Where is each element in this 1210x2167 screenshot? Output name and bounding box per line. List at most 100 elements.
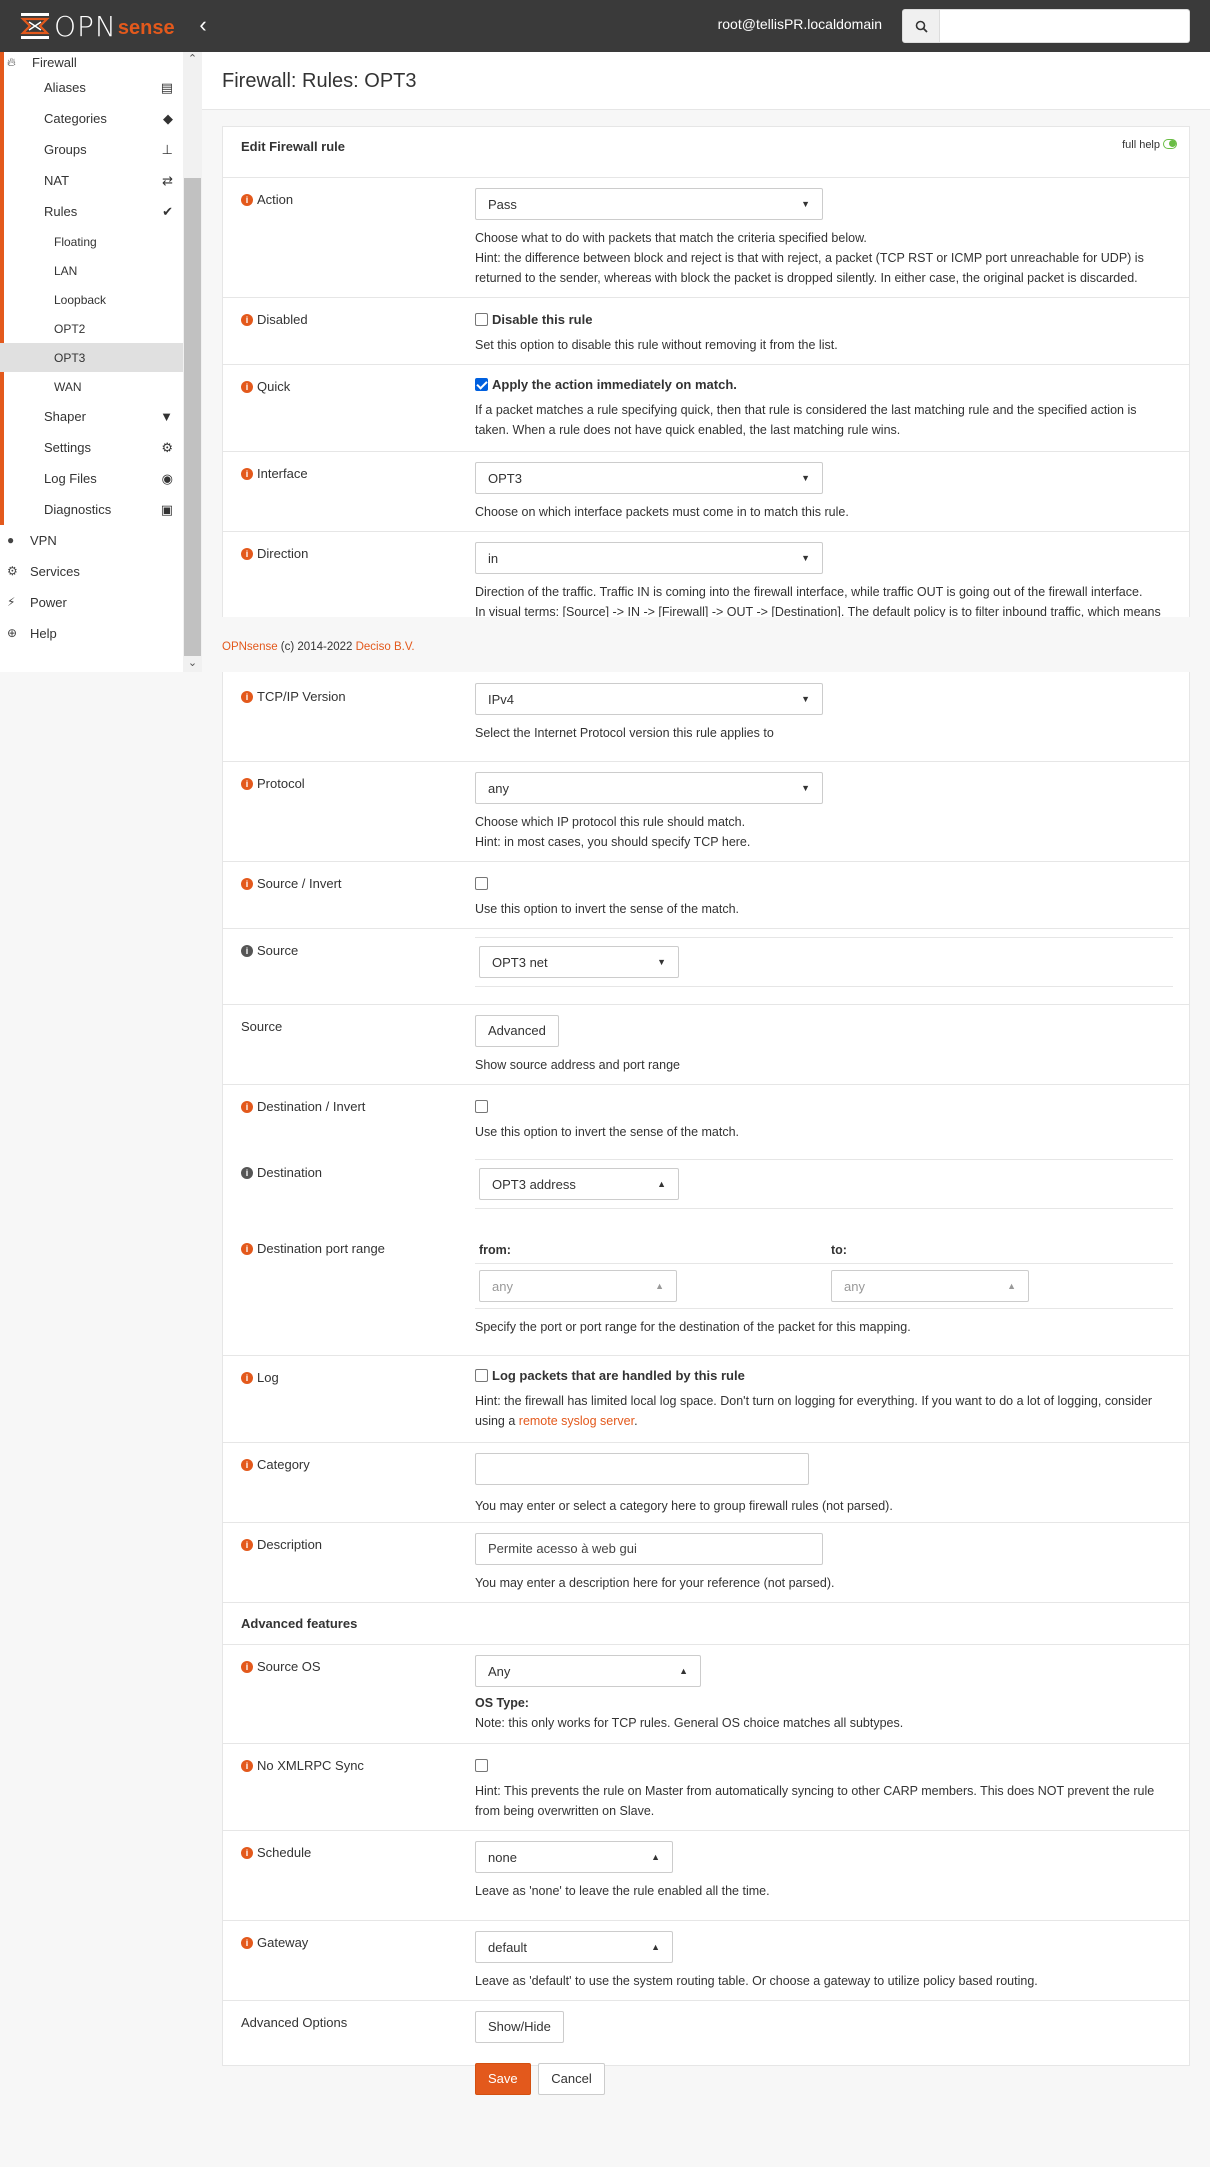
action-help: Choose what to do with packets that matc… xyxy=(475,228,1173,288)
collapse-sidebar-icon[interactable]: ‹ xyxy=(192,14,214,38)
sidebar-item-help[interactable]: ⊕ Help xyxy=(0,618,183,649)
log-help: Hint: the firewall has limited local log… xyxy=(475,1391,1173,1431)
sidebar-item-services[interactable]: ⚙ Services xyxy=(0,556,183,587)
info-icon[interactable]: i xyxy=(241,777,253,790)
xmlrpc-checkbox[interactable] xyxy=(475,1759,488,1772)
sidebar-item-log-files[interactable]: Log Files ◉ xyxy=(0,463,183,494)
sidebar-item-vpn[interactable]: ● VPN xyxy=(0,525,183,556)
info-icon[interactable]: i xyxy=(241,1936,253,1949)
gateway-select[interactable]: default ▲ xyxy=(475,1931,673,1963)
action-label-text: Action xyxy=(257,192,294,207)
sidebar-item-rules[interactable]: Rules ✔ xyxy=(0,196,183,227)
info-icon[interactable]: i xyxy=(241,690,253,703)
direction-help: Direction of the traffic. Traffic IN is … xyxy=(475,582,1173,622)
sidebar-item-aliases[interactable]: Aliases ▤ xyxy=(0,72,183,103)
power-label: Power xyxy=(30,595,67,610)
sidebar-item-wan[interactable]: WAN xyxy=(0,372,183,401)
show-hide-button[interactable]: Show/Hide xyxy=(475,2011,564,2043)
vpn-label: VPN xyxy=(30,533,57,548)
interface-select[interactable]: OPT3 ▼ xyxy=(475,462,823,494)
category-label: i Category xyxy=(241,1457,310,1472)
row-disabled: i Disabled Disable this rule Set this opt… xyxy=(223,297,1189,364)
info-icon[interactable]: i xyxy=(241,944,253,957)
protocol-select[interactable]: any ▼ xyxy=(475,772,823,804)
log-checkbox[interactable] xyxy=(475,1369,488,1382)
direction-select[interactable]: in ▼ xyxy=(475,542,823,574)
source-os-select[interactable]: Any ▲ xyxy=(475,1655,701,1687)
sidebar-item-shaper[interactable]: Shaper ▼ xyxy=(0,401,183,432)
info-icon[interactable]: i xyxy=(241,1458,253,1471)
save-button[interactable]: Save xyxy=(475,2063,531,2095)
action-select[interactable]: Pass ▼ xyxy=(475,188,823,220)
info-icon[interactable]: i xyxy=(241,877,253,890)
info-icon[interactable]: i xyxy=(241,467,253,480)
source-advanced-button[interactable]: Advanced xyxy=(475,1015,559,1047)
ipversion-select-value: IPv4 xyxy=(488,691,515,707)
tags-icon: ◆ xyxy=(163,111,173,126)
scroll-up-icon[interactable]: ⌃ xyxy=(183,52,202,68)
sidebar-item-floating[interactable]: Floating xyxy=(0,227,183,256)
dest-port-to-select[interactable]: any ▲ xyxy=(831,1270,1029,1302)
user-menu[interactable]: root@tellisPR.localdomain xyxy=(718,16,882,32)
info-icon[interactable]: i xyxy=(241,1759,253,1772)
disabled-checkbox[interactable] xyxy=(475,313,488,326)
ipversion-select[interactable]: IPv4 ▼ xyxy=(475,683,823,715)
info-icon[interactable]: i xyxy=(241,1371,253,1384)
dest-port-from-select[interactable]: any ▲ xyxy=(479,1270,677,1302)
logo-accent: sense xyxy=(117,16,175,39)
sidebar-item-nat[interactable]: NAT ⇄ xyxy=(0,165,183,196)
source-select[interactable]: OPT3 net ▼ xyxy=(479,946,679,978)
row-schedule: i Schedule none ▲ Leave as 'none' to leave… xyxy=(223,1830,1189,1920)
info-icon[interactable]: i xyxy=(241,1242,253,1255)
source-invert-checkbox[interactable] xyxy=(475,877,488,890)
destination-select[interactable]: OPT3 address ▲ xyxy=(479,1168,679,1200)
info-icon[interactable]: i xyxy=(241,1100,253,1113)
category-value: You may enter or select a category here … xyxy=(475,1453,1173,1516)
scroll-down-icon[interactable]: ⌄ xyxy=(183,656,202,672)
info-icon[interactable]: i xyxy=(241,547,253,560)
direction-value: in ▼ Direction of the traffic. Traffic IN… xyxy=(475,542,1173,622)
info-icon[interactable]: i xyxy=(241,193,253,206)
dest-invert-checkbox[interactable] xyxy=(475,1100,488,1113)
info-icon[interactable]: i xyxy=(241,1166,253,1179)
sidebar-item-opt3[interactable]: OPT3 xyxy=(0,343,183,372)
page-title: Firewall: Rules: OPT3 xyxy=(222,70,417,92)
source-box: OPT3 net ▼ xyxy=(475,937,1173,987)
sidebar-item-diagnostics[interactable]: Diagnostics ▣ xyxy=(0,494,183,525)
remote-syslog-link[interactable]: remote syslog server xyxy=(519,1414,634,1428)
sidebar-item-groups[interactable]: Groups ⊥ xyxy=(0,134,183,165)
info-icon[interactable]: i xyxy=(241,313,253,326)
sidebar-item-loopback[interactable]: Loopback xyxy=(0,285,183,314)
sidebar-item-firewall[interactable]: 🔥︎ Firewall xyxy=(0,52,183,72)
full-help-toggle[interactable]: full help xyxy=(1122,139,1177,151)
ipversion-label-text: TCP/IP Version xyxy=(257,689,346,704)
category-input[interactable] xyxy=(475,1453,809,1485)
sidebar-item-power[interactable]: ⚡ Power xyxy=(0,587,183,618)
opnsense-logo[interactable]: OPN sense xyxy=(20,10,175,43)
source-select-value: OPT3 net xyxy=(492,954,548,970)
advanced-options-label: Advanced Options xyxy=(241,2015,348,2030)
sidebar-scrollbar[interactable]: ⌃ ⌄ xyxy=(183,52,202,672)
nat-label: NAT xyxy=(44,173,70,188)
info-icon[interactable]: i xyxy=(241,380,253,393)
info-icon[interactable]: i xyxy=(241,1846,253,1859)
quick-label: i Quick xyxy=(241,379,290,394)
sidebar-item-settings[interactable]: Settings ⚙ xyxy=(0,432,183,463)
row-xmlrpc: i No XMLRPC Sync Hint: This prevents the … xyxy=(223,1743,1189,1830)
info-icon[interactable]: i xyxy=(241,1660,253,1673)
caret-down-icon: ▼ xyxy=(801,553,810,563)
scrollbar-thumb[interactable] xyxy=(184,178,201,656)
cancel-button[interactable]: Cancel xyxy=(538,2063,605,2095)
sidebar-item-lan[interactable]: LAN xyxy=(0,256,183,285)
info-icon[interactable]: i xyxy=(241,1538,253,1551)
sidebar-item-categories[interactable]: Categories ◆ xyxy=(0,103,183,134)
description-input[interactable]: Permite acesso à web gui xyxy=(475,1533,823,1565)
schedule-select[interactable]: none ▲ xyxy=(475,1841,673,1873)
quick-checkbox[interactable] xyxy=(475,378,488,391)
footer-brand-link[interactable]: OPNsense xyxy=(222,641,278,653)
search-input[interactable] xyxy=(940,9,1190,43)
source-os-help-text: Note: this only works for TCP rules. Gen… xyxy=(475,1716,904,1730)
search-icon[interactable] xyxy=(902,9,940,43)
sidebar-item-opt2[interactable]: OPT2 xyxy=(0,314,183,343)
footer-company-link[interactable]: Deciso B.V. xyxy=(356,641,415,653)
